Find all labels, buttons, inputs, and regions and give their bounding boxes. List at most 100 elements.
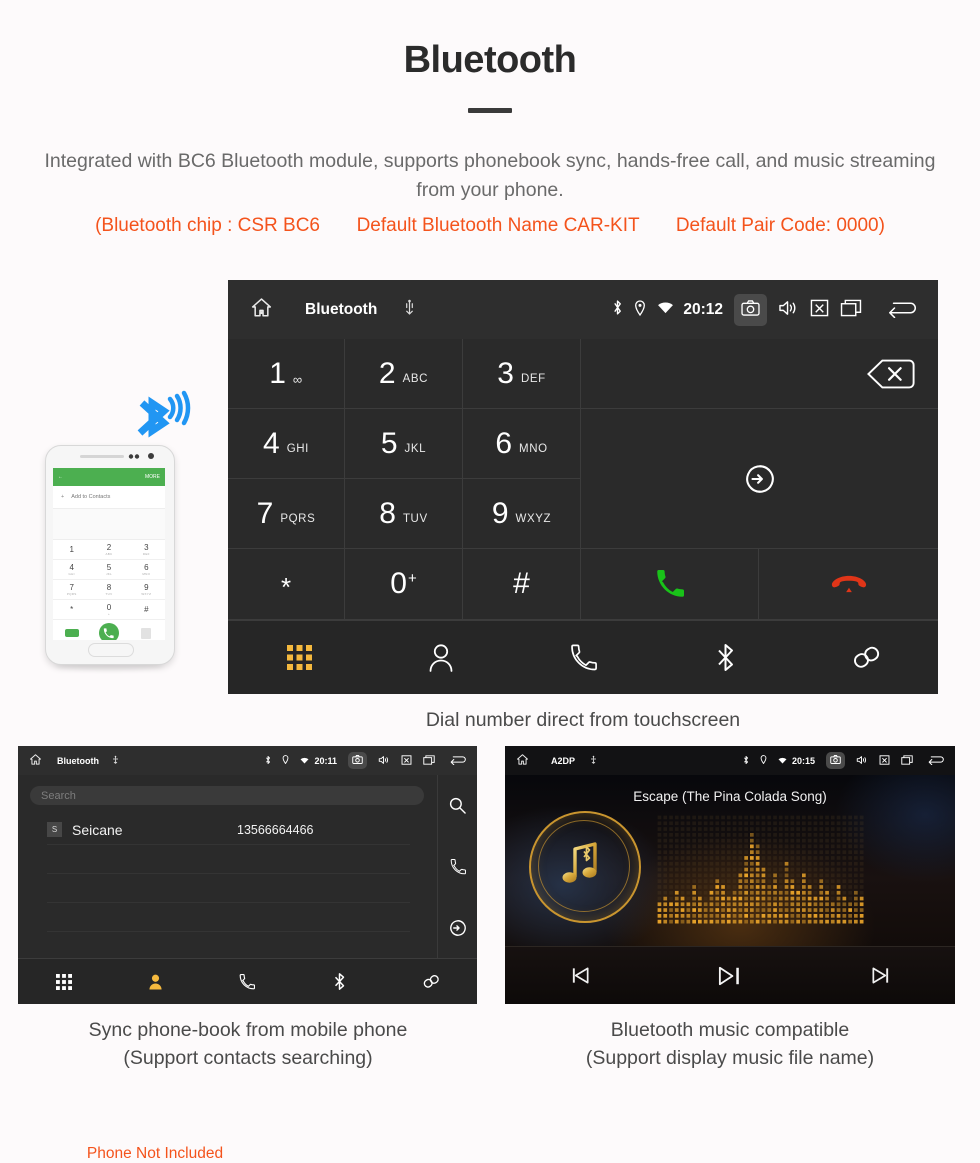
call-log-icon[interactable] (239, 973, 255, 991)
music-caption-line2: (Support display music file name) (500, 1044, 960, 1072)
music-caption: Bluetooth music compatible (Support disp… (500, 1016, 960, 1073)
music-caption-line1: Bluetooth music compatible (500, 1016, 960, 1044)
bluetooth-icon (265, 755, 271, 767)
play-pause-button[interactable] (655, 964, 805, 988)
home-icon[interactable] (29, 753, 42, 768)
camera-icon[interactable] (826, 752, 845, 769)
link-icon[interactable] (851, 642, 883, 673)
close-icon[interactable] (879, 755, 890, 767)
bluetooth-icon[interactable] (333, 972, 346, 991)
dial-key-7[interactable]: 7 PQRS (228, 479, 345, 549)
phone-key: 2 ABC (90, 540, 127, 560)
dial-call-button[interactable] (581, 549, 759, 620)
hangup-icon[interactable] (830, 573, 868, 595)
dial-hangup-button[interactable] (759, 549, 938, 620)
phone-disclaimer: Phone Not Included (75, 1145, 235, 1163)
search-input[interactable]: Search (30, 786, 424, 805)
link-icon[interactable] (422, 972, 441, 991)
phone-add-contacts-row: + Add to Contacts (53, 486, 165, 509)
search-icon[interactable] (438, 775, 477, 836)
call-log-icon[interactable] (570, 643, 597, 673)
back-icon[interactable] (886, 298, 920, 322)
volume-icon[interactable] (378, 755, 390, 767)
usb-icon (590, 755, 597, 767)
dialer-screenshot: Bluetooth 20:12 1 ∞ 2 ABC 3 DEF 4 GHI 5 … (228, 280, 938, 694)
recents-icon[interactable] (423, 755, 435, 767)
contact-row-empty (47, 844, 410, 874)
plus-icon: + (61, 494, 64, 500)
dial-key-6[interactable]: 6 MNO (463, 409, 581, 479)
dial-key-star[interactable]: * (228, 549, 345, 620)
volume-icon[interactable] (778, 299, 799, 321)
phonebook-clock: 20:11 (314, 756, 337, 766)
phonebook-caption-line2: (Support contacts searching) (8, 1044, 488, 1072)
nav-contacts[interactable] (110, 973, 202, 991)
dialer-clock: 20:12 (683, 301, 723, 319)
nav-bluetooth[interactable] (293, 972, 385, 991)
spec-chip: (Bluetooth chip : CSR BC6 (95, 215, 320, 236)
bluetooth-icon (743, 755, 749, 767)
dial-key-8[interactable]: 8 TUV (345, 479, 463, 549)
contacts-icon[interactable] (148, 973, 163, 991)
dial-key-0[interactable]: 0 + (345, 549, 463, 620)
phone-keypad-toggle-icon (141, 628, 151, 639)
phonebook-screenshot: Bluetooth 20:11 Search S Seicane 1356666… (18, 746, 477, 1004)
next-button[interactable] (805, 965, 955, 986)
back-icon[interactable] (449, 754, 468, 767)
dialer-status-bar: Bluetooth 20:12 (228, 280, 938, 339)
location-icon (634, 300, 646, 320)
close-icon[interactable] (401, 755, 412, 767)
phonebook-side-actions (438, 775, 477, 959)
page-title: Bluetooth (0, 0, 980, 82)
phone-key: 3 DEF (128, 540, 165, 560)
nav-link[interactable] (385, 972, 477, 991)
nav-call-log[interactable] (512, 643, 654, 673)
nav-bluetooth[interactable] (654, 642, 796, 673)
contact-row[interactable]: S Seicane 13566664466 (47, 815, 410, 845)
dial-sync-button[interactable] (581, 409, 938, 549)
dial-key-1[interactable]: 1 ∞ (228, 339, 345, 409)
close-icon[interactable] (810, 299, 829, 321)
recents-icon[interactable] (901, 755, 913, 767)
previous-icon[interactable] (570, 965, 591, 986)
music-note-icon (538, 820, 628, 910)
back-icon[interactable] (927, 754, 946, 767)
dial-key-2[interactable]: 2 ABC (345, 339, 463, 409)
home-icon[interactable] (516, 753, 529, 768)
nav-contacts[interactable] (370, 643, 512, 673)
dial-key-9[interactable]: 9 WXYZ (463, 479, 581, 549)
sync-icon[interactable] (438, 897, 477, 958)
nav-link[interactable] (796, 642, 938, 673)
phonebook-navbar (18, 958, 477, 1004)
phone-number-field (53, 509, 165, 540)
dial-key-4[interactable]: 4 GHI (228, 409, 345, 479)
contacts-icon[interactable] (428, 643, 454, 673)
camera-icon[interactable] (348, 752, 367, 769)
dial-key-3[interactable]: 3 DEF (463, 339, 581, 409)
previous-button[interactable] (505, 965, 655, 986)
volume-icon[interactable] (856, 755, 868, 767)
nav-call-log[interactable] (202, 973, 294, 991)
dial-display-backspace[interactable] (581, 339, 938, 409)
nav-dialpad[interactable] (228, 645, 370, 670)
call-icon[interactable] (655, 569, 685, 599)
next-icon[interactable] (870, 965, 891, 986)
home-icon[interactable] (250, 296, 273, 323)
phone-key: 0 + (90, 600, 127, 620)
dial-key-hash[interactable]: # (463, 549, 581, 620)
dialpad-icon[interactable] (56, 974, 72, 990)
call-icon[interactable] (438, 836, 477, 897)
contact-row-empty (47, 902, 410, 932)
phone-key: 5 JKL (90, 560, 127, 580)
recents-icon[interactable] (840, 299, 862, 321)
play-pause-icon[interactable] (716, 964, 745, 988)
sync-icon[interactable] (744, 463, 776, 495)
backspace-icon[interactable] (866, 359, 916, 389)
song-title: Escape (The Pina Colada Song) (505, 789, 955, 804)
phone-sim-icon (65, 629, 79, 637)
camera-icon[interactable] (734, 294, 767, 326)
dialpad-icon[interactable] (287, 645, 312, 670)
dial-key-5[interactable]: 5 JKL (345, 409, 463, 479)
bluetooth-icon[interactable] (715, 642, 736, 673)
nav-dialpad[interactable] (18, 974, 110, 990)
